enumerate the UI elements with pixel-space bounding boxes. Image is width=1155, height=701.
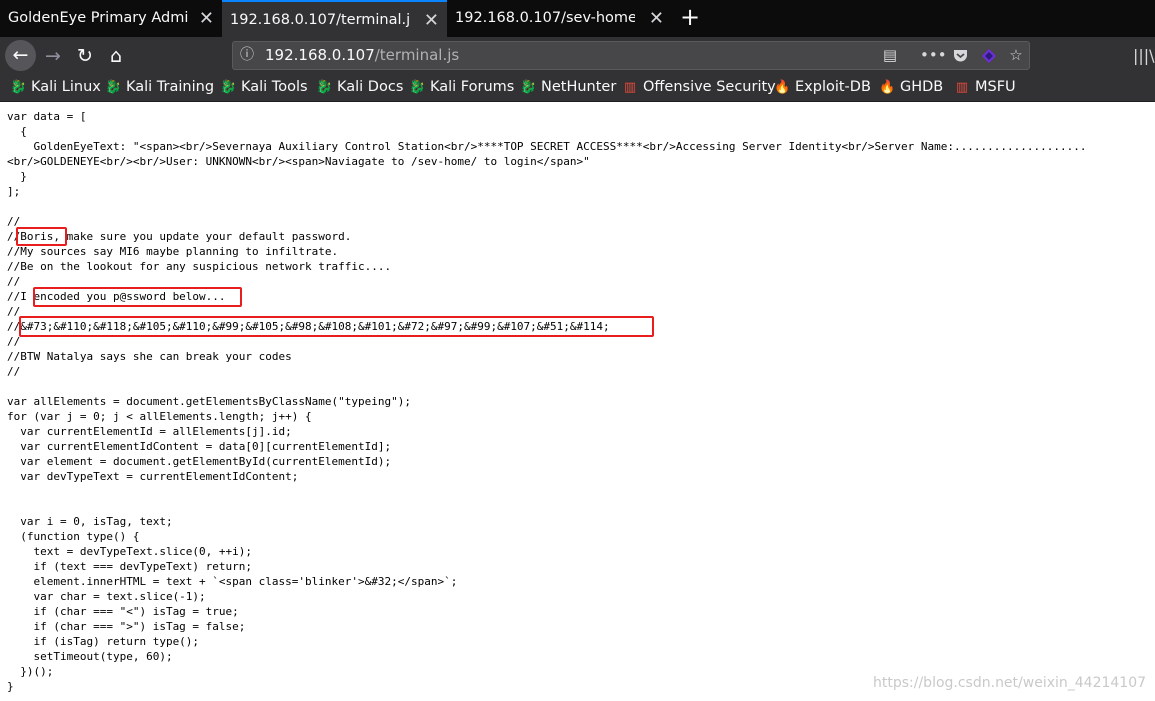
pocket-icon[interactable] bbox=[949, 42, 971, 69]
close-icon[interactable]: ✕ bbox=[649, 0, 664, 37]
kali-dragon-icon: 🐉 bbox=[220, 80, 237, 95]
highlight-encoded-password-note bbox=[33, 287, 242, 307]
url-path: /terminal.js bbox=[374, 46, 460, 64]
close-icon[interactable]: ✕ bbox=[199, 0, 214, 37]
close-icon[interactable]: ✕ bbox=[424, 2, 439, 37]
library-icon[interactable]: |||\ bbox=[1133, 41, 1155, 71]
tab-title: 192.168.0.107/terminal.js bbox=[230, 12, 410, 28]
kali-dragon-icon: 🐉 bbox=[520, 80, 537, 95]
bookmark-exploit-db[interactable]: 🔥 Exploit-DB bbox=[774, 74, 871, 101]
bookmark-msfu[interactable]: ▥ MSFU bbox=[954, 74, 1016, 101]
bookmark-offensive-security[interactable]: ▥ Offensive Security bbox=[622, 74, 776, 101]
reader-view-icon[interactable]: ▤ bbox=[879, 42, 901, 69]
tab-terminal-js[interactable]: 192.168.0.107/terminal.js ✕ bbox=[222, 0, 447, 37]
url-text[interactable]: 192.168.0.107/terminal.js bbox=[265, 42, 459, 69]
watermark: https://blog.csdn.net/weixin_44214107 bbox=[873, 675, 1147, 691]
page-actions-icon[interactable]: ••• bbox=[920, 42, 947, 69]
kali-dragon-icon: 🐉 bbox=[10, 80, 27, 95]
back-arrow-icon[interactable]: ← bbox=[5, 40, 36, 71]
forward-arrow-icon[interactable]: → bbox=[38, 41, 68, 71]
offsec-icon: ▥ bbox=[623, 80, 637, 95]
bookmark-ghdb[interactable]: 🔥 GHDB bbox=[879, 74, 943, 101]
highlight-encoded-password bbox=[19, 316, 654, 337]
bookmark-nethunter[interactable]: 🐉 NetHunter bbox=[520, 74, 616, 101]
tab-goldeneye-admin[interactable]: GoldenEye Primary Admin S ✕ bbox=[0, 0, 222, 37]
new-tab-button[interactable]: + bbox=[678, 0, 702, 37]
kali-dragon-icon: 🐉 bbox=[316, 80, 333, 95]
bookmark-kali-linux[interactable]: 🐉 Kali Linux bbox=[10, 74, 101, 101]
bookmark-kali-training[interactable]: 🐉 Kali Training bbox=[105, 74, 214, 101]
source-code: var data = [ { GoldenEyeText: "<span><br… bbox=[7, 110, 1087, 693]
info-icon[interactable]: ⓘ bbox=[240, 42, 254, 69]
tab-title: GoldenEye Primary Admin S bbox=[8, 10, 188, 26]
url-bar[interactable]: ⓘ 192.168.0.107/terminal.js ▤ ••• ☆ bbox=[232, 41, 1030, 70]
tab-sev-home[interactable]: 192.168.0.107/sev-home/ ✕ bbox=[447, 0, 672, 37]
url-host: 192.168.0.107 bbox=[265, 46, 375, 64]
bookmark-kali-docs[interactable]: 🐉 Kali Docs bbox=[316, 74, 403, 101]
exploit-db-icon: 🔥 bbox=[879, 80, 896, 95]
kali-dragon-icon: 🐉 bbox=[105, 80, 122, 95]
kali-dragon-icon: 🐉 bbox=[409, 80, 426, 95]
bookmark-kali-forums[interactable]: 🐉 Kali Forums bbox=[409, 74, 514, 101]
highlight-boris bbox=[16, 227, 67, 246]
page-content: var data = [ { GoldenEyeText: "<span><br… bbox=[0, 102, 1155, 701]
offsec-icon: ▥ bbox=[955, 80, 969, 95]
tab-title: 192.168.0.107/sev-home/ bbox=[455, 10, 635, 26]
bookmarks-toolbar: 🐉 Kali Linux 🐉 Kali Training 🐉 Kali Tools 🐉… bbox=[0, 74, 1155, 102]
reload-icon[interactable]: ↻ bbox=[70, 41, 100, 71]
extension-icon[interactable] bbox=[978, 42, 1000, 69]
star-icon[interactable]: ☆ bbox=[1005, 42, 1027, 69]
home-icon[interactable]: ⌂ bbox=[101, 41, 131, 71]
tab-strip: GoldenEye Primary Admin S ✕ 192.168.0.10… bbox=[0, 0, 1155, 37]
bookmark-kali-tools[interactable]: 🐉 Kali Tools bbox=[220, 74, 308, 101]
exploit-db-icon: 🔥 bbox=[774, 80, 791, 95]
navigation-toolbar: ← → ↻ ⌂ ⓘ 192.168.0.107/terminal.js ▤ ••… bbox=[0, 37, 1155, 74]
